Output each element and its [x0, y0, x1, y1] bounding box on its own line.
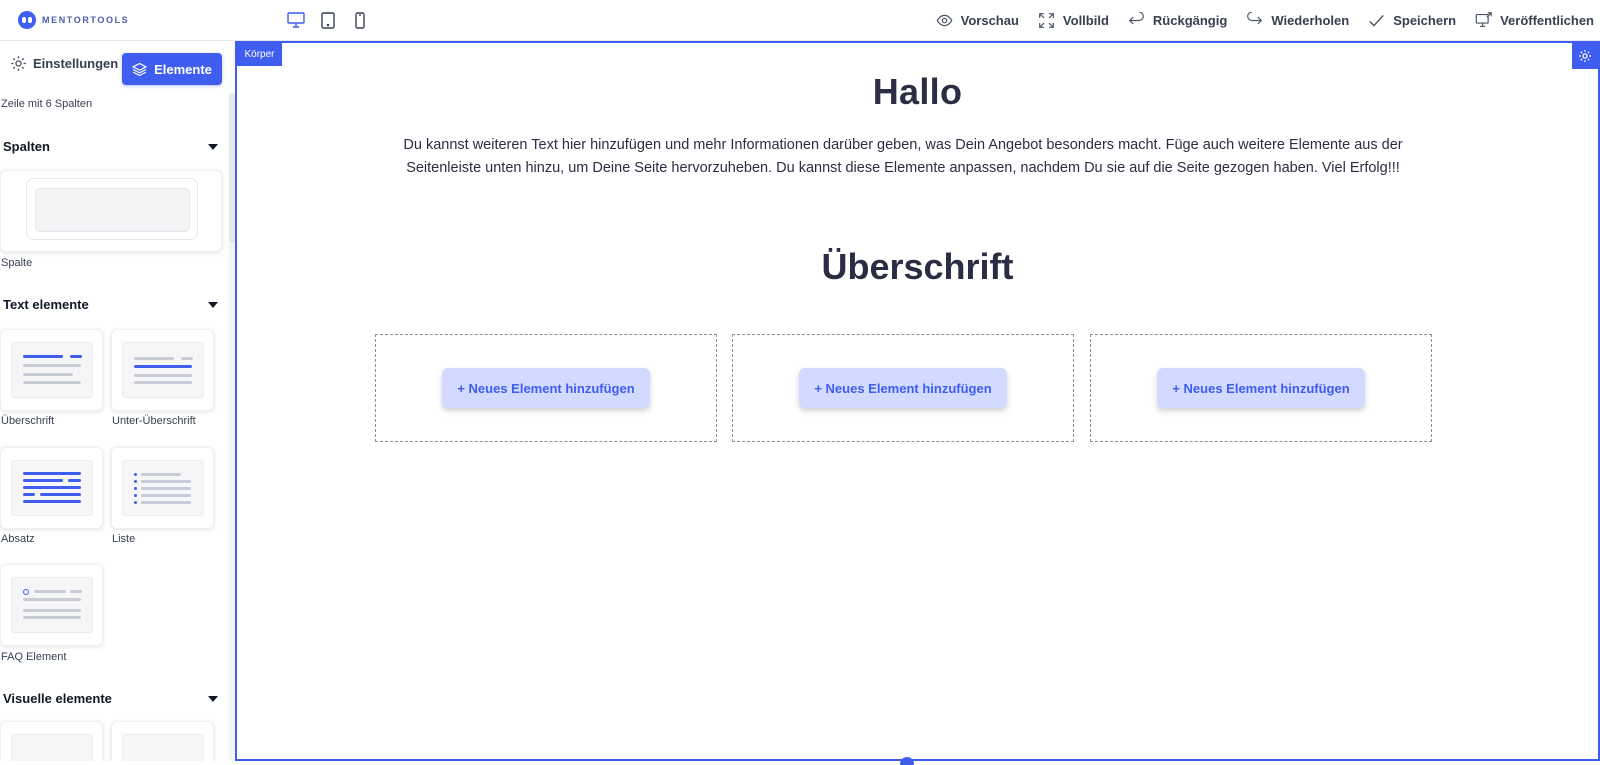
desktop-icon	[287, 12, 305, 28]
section-text-header[interactable]: Text elemente	[3, 297, 223, 312]
publish-label: Veröffentlichen	[1500, 13, 1594, 28]
subheading-thumbnail	[122, 342, 204, 398]
add-element-button[interactable]: + Neues Element hinzufügen	[442, 368, 650, 408]
top-bar: MENTORTOOLS Vorschau Vollbild Rückgängig…	[0, 0, 1600, 41]
check-icon	[1369, 14, 1385, 27]
paragraph-thumbnail	[11, 460, 93, 516]
visual-thumbnail-2	[122, 734, 204, 761]
drop-column-3[interactable]: + Neues Element hinzufügen	[1090, 334, 1432, 442]
column-preview-outline	[26, 178, 198, 240]
sidebar-tabs: Einstellungen Elemente	[0, 41, 235, 93]
gear-icon	[1579, 50, 1591, 62]
layers-icon	[132, 62, 148, 76]
element-card-visual-1[interactable]	[0, 721, 103, 761]
element-label-heading: Überschrift	[1, 415, 55, 427]
redo-label: Wiederholen	[1271, 13, 1350, 28]
mobile-view-button[interactable]	[350, 10, 370, 30]
body-settings-button[interactable]	[1572, 43, 1598, 69]
add-element-button[interactable]: + Neues Element hinzufügen	[1157, 368, 1365, 408]
page-heading[interactable]: Hallo	[237, 71, 1598, 113]
element-card-paragraph[interactable]	[0, 447, 103, 529]
element-card-column[interactable]	[0, 170, 222, 252]
preview-button[interactable]: Vorschau	[936, 12, 1019, 29]
add-element-button[interactable]: + Neues Element hinzufügen	[799, 368, 1007, 408]
fullscreen-label: Vollbild	[1062, 13, 1109, 28]
section-columns-header[interactable]: Spalten	[3, 139, 223, 154]
element-label-faq: FAQ Element	[1, 651, 67, 663]
mentortools-logo-icon	[18, 11, 36, 29]
brand-name: MENTORTOOLS	[42, 15, 130, 25]
drop-column-2[interactable]: + Neues Element hinzufügen	[732, 334, 1074, 442]
eye-icon	[936, 14, 953, 27]
element-label-subheading: Unter-Überschrift	[112, 415, 196, 427]
tab-elements-label: Elemente	[154, 61, 212, 77]
faq-thumbnail	[11, 577, 93, 633]
element-card-faq[interactable]	[0, 564, 103, 646]
undo-label: Rückgängig	[1152, 13, 1228, 28]
element-card-list[interactable]	[111, 447, 214, 529]
body-tag[interactable]: Körper	[237, 43, 282, 66]
section-visual-header[interactable]: Visuelle elemente	[3, 691, 223, 706]
preview-label: Vorschau	[960, 13, 1019, 28]
section-heading[interactable]: Überschrift	[237, 246, 1598, 288]
caret-down-icon	[208, 695, 218, 702]
tab-settings[interactable]: Einstellungen	[10, 55, 118, 72]
caret-down-icon	[208, 301, 218, 308]
save-label: Speichern	[1393, 13, 1457, 28]
row-6-columns-label: Zeile mit 6 Spalten	[1, 98, 93, 110]
section-columns-title: Spalten	[3, 139, 50, 154]
expand-icon	[1039, 13, 1054, 28]
caret-down-icon	[208, 143, 218, 150]
column-preview-box	[35, 188, 190, 232]
tablet-view-button[interactable]	[318, 10, 338, 30]
heading-thumbnail	[11, 342, 93, 398]
gear-icon	[11, 56, 26, 71]
tab-elements[interactable]: Elemente	[122, 53, 222, 85]
tablet-icon	[321, 11, 335, 29]
tab-settings-label: Einstellungen	[33, 56, 119, 71]
fullscreen-button[interactable]: Vollbild	[1038, 12, 1109, 29]
save-button[interactable]: Speichern	[1368, 12, 1456, 29]
list-thumbnail	[122, 460, 204, 516]
element-card-subheading[interactable]	[111, 329, 214, 411]
add-section-handle[interactable]	[900, 757, 914, 765]
page-canvas[interactable]: Körper Hallo Du kannst weiteren Text hie…	[235, 41, 1600, 765]
redo-button[interactable]: Wiederholen	[1246, 12, 1349, 29]
toolbar-actions: Vorschau Vollbild Rückgängig Wiederholen…	[917, 0, 1594, 41]
intro-paragraph[interactable]: Du kannst weiteren Text hier hinzufügen …	[371, 134, 1435, 180]
visual-thumbnail-1	[11, 734, 93, 761]
monitor-upload-icon	[1475, 12, 1492, 28]
element-card-heading[interactable]	[0, 329, 103, 411]
brand-logo[interactable]: MENTORTOOLS	[18, 10, 129, 30]
redo-icon	[1247, 12, 1263, 25]
section-text-title: Text elemente	[3, 297, 89, 312]
element-label-column: Spalte	[1, 257, 33, 269]
drop-column-1[interactable]: + Neues Element hinzufügen	[375, 334, 717, 442]
element-label-list: Liste	[112, 533, 136, 545]
section-visual-title: Visuelle elemente	[3, 691, 112, 706]
element-label-paragraph: Absatz	[1, 533, 35, 545]
element-card-visual-2[interactable]	[111, 721, 214, 761]
publish-button[interactable]: Veröffentlichen	[1475, 12, 1594, 29]
mobile-icon	[355, 11, 365, 29]
desktop-view-button[interactable]	[286, 10, 306, 30]
elements-sidebar: Einstellungen Elemente Zeile mit 6 Spalt…	[0, 41, 235, 761]
undo-button[interactable]: Rückgängig	[1128, 12, 1227, 29]
device-switcher	[286, 10, 370, 30]
undo-icon	[1128, 12, 1144, 25]
